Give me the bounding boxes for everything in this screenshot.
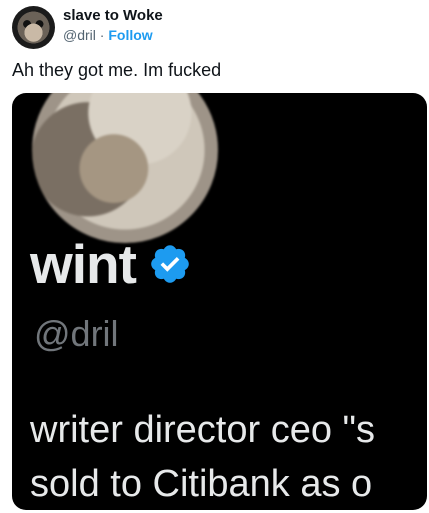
- separator: ·: [99, 27, 105, 43]
- profile-name-row: wint: [30, 231, 192, 297]
- verified-badge-icon: [151, 245, 189, 283]
- profile-handle: @dril: [34, 313, 119, 354]
- profile-display-name: wint: [30, 233, 137, 295]
- profile-bio-line-1: writer director ceo "s: [30, 409, 376, 451]
- profile-avatar-image: [28, 93, 222, 247]
- tweet-header: slave to Woke @dril · Follow: [12, 6, 417, 49]
- tweet-text: Ah they got me. Im fucked: [12, 60, 222, 80]
- profile-bio-line-2: sold to Citibank as o: [30, 463, 373, 505]
- author-name[interactable]: slave to Woke: [63, 7, 163, 24]
- avatar[interactable]: [12, 6, 55, 49]
- author-handle[interactable]: @dril: [63, 27, 96, 43]
- follow-button[interactable]: Follow: [108, 27, 152, 43]
- author-handle-line: @dril · Follow: [63, 27, 153, 43]
- tweet-media-image[interactable]: wint @dril writer director ceo "s sold t…: [12, 93, 427, 510]
